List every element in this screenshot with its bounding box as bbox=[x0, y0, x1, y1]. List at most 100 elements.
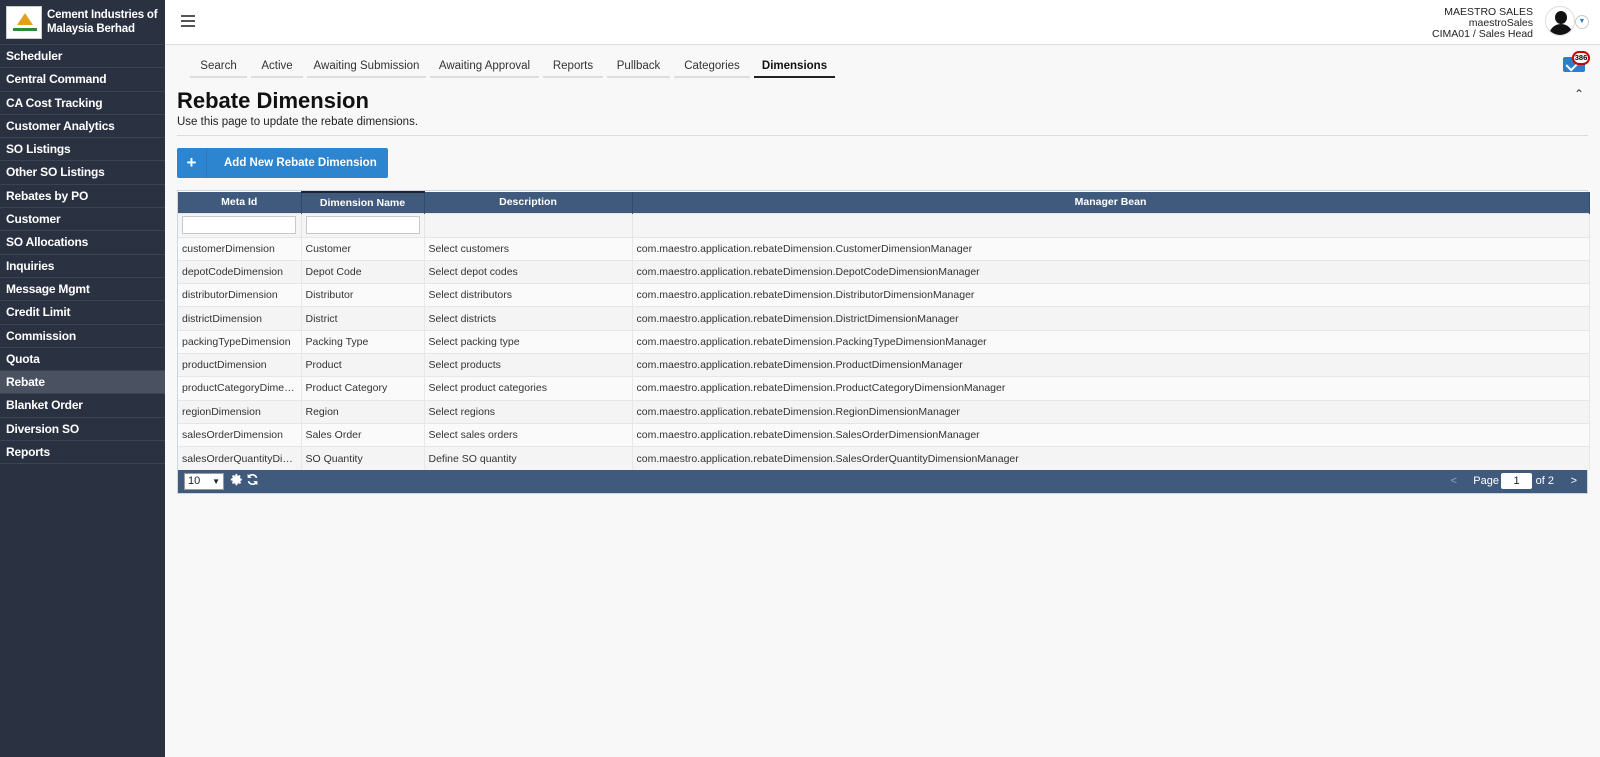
sidebar-item-central-command[interactable]: Central Command bbox=[0, 68, 165, 92]
table-cell: Region bbox=[301, 399, 425, 424]
table-cell: salesOrderQuantityDime... bbox=[178, 446, 302, 470]
company-name: Cement Industries of Malaysia Berhad bbox=[47, 9, 158, 35]
table-cell: depotCodeDimension bbox=[178, 259, 302, 284]
table-cell: com.maestro.application.rebateDimension.… bbox=[632, 376, 1590, 401]
sidebar-item-rebate[interactable]: Rebate bbox=[0, 371, 165, 395]
table-cell: com.maestro.application.rebateDimension.… bbox=[632, 306, 1590, 331]
tab-active[interactable]: Active bbox=[251, 57, 303, 78]
sidebar-item-diversion-so[interactable]: Diversion SO bbox=[0, 418, 165, 442]
table-cell: Customer bbox=[301, 236, 425, 261]
table-cell: Select sales orders bbox=[424, 422, 633, 447]
sidebar-item-inquiries[interactable]: Inquiries bbox=[0, 255, 165, 278]
table-cell: com.maestro.application.rebateDimension.… bbox=[632, 283, 1590, 307]
table-row[interactable]: productDimension Product Select products co… bbox=[178, 352, 1590, 377]
sidebar-item-so-allocations[interactable]: SO Allocations bbox=[0, 231, 165, 255]
sidebar-item-commission[interactable]: Commission bbox=[0, 325, 165, 348]
table-cell: productDimension bbox=[178, 352, 302, 377]
dimension-name-filter-input[interactable] bbox=[305, 216, 420, 234]
add-button-label: Add New Rebate Dimension bbox=[224, 157, 377, 169]
sidebar-item-other-so-listings[interactable]: Other SO Listings bbox=[0, 161, 165, 185]
sidebar-item-message-mgmt[interactable]: Message Mgmt bbox=[0, 278, 165, 302]
table-row[interactable]: distributorDimension Distributor Select di… bbox=[178, 283, 1590, 307]
table-row[interactable]: productCategoryDimens... Product Category… bbox=[178, 376, 1590, 401]
current-page-input[interactable]: 1 bbox=[1501, 472, 1532, 489]
table-row[interactable]: regionDimension Region Select regions com.m… bbox=[178, 399, 1590, 424]
table-row[interactable]: salesOrderQuantityDime... SO Quantity Defi… bbox=[178, 446, 1590, 470]
column-header-manager-bean[interactable]: Manager Bean bbox=[632, 192, 1590, 213]
brand[interactable]: Cement Industries of Malaysia Berhad bbox=[0, 0, 165, 45]
table-row[interactable]: customerDimension Customer Select customer… bbox=[178, 236, 1590, 261]
mail-count-badge: 386 bbox=[1572, 51, 1590, 65]
dimensions-table: Meta Id Dimension Name Description Manag… bbox=[177, 190, 1590, 494]
table-cell: productCategoryDimens... bbox=[178, 376, 302, 401]
table-cell: District bbox=[301, 306, 425, 331]
table-cell: Depot Code bbox=[301, 259, 425, 284]
chevron-up-icon[interactable]: ⌃ bbox=[1574, 87, 1584, 101]
tab-pullback[interactable]: Pullback bbox=[607, 57, 670, 78]
table-cell: Define SO quantity bbox=[424, 446, 633, 470]
sidebar-item-ca-cost-tracking[interactable]: CA Cost Tracking bbox=[0, 92, 165, 115]
page-size-select[interactable]: 10 ▼ bbox=[184, 472, 224, 490]
table-row[interactable]: salesOrderDimension Sales Order Select sal… bbox=[178, 422, 1590, 447]
sidebar-item-so-listings[interactable]: SO Listings bbox=[0, 138, 165, 162]
divider bbox=[177, 135, 1588, 136]
sidebar-item-blanket-order[interactable]: Blanket Order bbox=[0, 394, 165, 418]
mail-icon[interactable]: 386 bbox=[1563, 51, 1590, 72]
sidebar: Cement Industries of Malaysia Berhad Sch… bbox=[0, 0, 165, 757]
sidebar-item-rebates-by-po[interactable]: Rebates by PO bbox=[0, 185, 165, 209]
tab-awaiting-approval[interactable]: Awaiting Approval bbox=[430, 57, 539, 78]
table-cell: Select product categories bbox=[424, 376, 633, 401]
sidebar-item-customer-analytics[interactable]: Customer Analytics bbox=[0, 115, 165, 139]
sidebar-nav: Scheduler Central Command CA Cost Tracking… bbox=[0, 45, 165, 465]
table-cell: com.maestro.application.rebateDimension.… bbox=[632, 446, 1590, 470]
topbar: MAESTRO SALES maestroSales CIMA01 / Sale… bbox=[165, 0, 1600, 45]
plus-icon: + bbox=[177, 148, 207, 178]
table-row[interactable]: depotCodeDimension Depot Code Select depot… bbox=[178, 259, 1590, 284]
next-page-button[interactable]: > bbox=[1571, 475, 1577, 487]
tab-search[interactable]: Search bbox=[190, 57, 247, 78]
column-header-dimension-name[interactable]: Dimension Name bbox=[301, 191, 425, 213]
table-cell: com.maestro.application.rebateDimension.… bbox=[632, 259, 1590, 284]
paginator: 10 ▼ < Page 1 of 2 > bbox=[178, 469, 1587, 493]
table-cell: Select depot codes bbox=[424, 259, 633, 284]
tab-categories[interactable]: Categories bbox=[674, 57, 750, 78]
table-cell: Packing Type bbox=[301, 329, 425, 354]
table-cell: Select regions bbox=[424, 399, 633, 424]
sidebar-item-customer[interactable]: Customer bbox=[0, 208, 165, 232]
gear-icon[interactable] bbox=[230, 473, 243, 486]
table-row[interactable]: packingTypeDimension Packing Type Select p… bbox=[178, 329, 1590, 354]
avatar[interactable] bbox=[1545, 6, 1575, 36]
meta-id-filter-input[interactable] bbox=[182, 216, 296, 234]
column-header-meta-id[interactable]: Meta Id bbox=[178, 192, 302, 213]
column-header-description[interactable]: Description bbox=[424, 192, 633, 213]
page-label: Page bbox=[1473, 474, 1499, 487]
table-cell: districtDimension bbox=[178, 306, 302, 331]
main-content: Search Active Awaiting Submission Awaiting … bbox=[165, 45, 1600, 757]
table-body: customerDimension Customer Select customer… bbox=[178, 236, 1590, 470]
page-title: Rebate Dimension bbox=[177, 88, 369, 113]
tab-dimensions[interactable]: Dimensions bbox=[754, 57, 835, 78]
refresh-icon[interactable] bbox=[246, 473, 259, 486]
sidebar-item-credit-limit[interactable]: Credit Limit bbox=[0, 301, 165, 325]
hamburger-menu-icon[interactable] bbox=[181, 15, 195, 27]
page-subtitle: Use this page to update the rebate dimen… bbox=[177, 116, 419, 128]
table-cell: regionDimension bbox=[178, 399, 302, 424]
company-logo bbox=[6, 5, 42, 39]
table-cell: com.maestro.application.rebateDimension.… bbox=[632, 399, 1590, 424]
table-cell: distributorDimension bbox=[178, 283, 302, 307]
add-new-rebate-dimension-button[interactable]: + Add New Rebate Dimension bbox=[177, 148, 388, 178]
tab-awaiting-submission[interactable]: Awaiting Submission bbox=[307, 57, 426, 78]
table-cell: packingTypeDimension bbox=[178, 329, 302, 354]
tab-reports[interactable]: Reports bbox=[543, 57, 603, 78]
page-count-label: of 2 bbox=[1535, 474, 1554, 487]
sidebar-item-quota[interactable]: Quota bbox=[0, 348, 165, 372]
sidebar-item-reports[interactable]: Reports bbox=[0, 441, 165, 465]
sidebar-item-scheduler[interactable]: Scheduler bbox=[0, 45, 165, 69]
user-menu-chevron-down-icon[interactable]: ▼ bbox=[1575, 15, 1589, 29]
table-cell: Select districts bbox=[424, 306, 633, 331]
previous-page-button[interactable]: < bbox=[1451, 475, 1457, 487]
table-row[interactable]: districtDimension District Select district… bbox=[178, 306, 1590, 331]
tab-bar: Search Active Awaiting Submission Awaiting … bbox=[190, 57, 839, 78]
table-cell: Select distributors bbox=[424, 283, 633, 307]
table-cell: com.maestro.application.rebateDimension.… bbox=[632, 329, 1590, 354]
